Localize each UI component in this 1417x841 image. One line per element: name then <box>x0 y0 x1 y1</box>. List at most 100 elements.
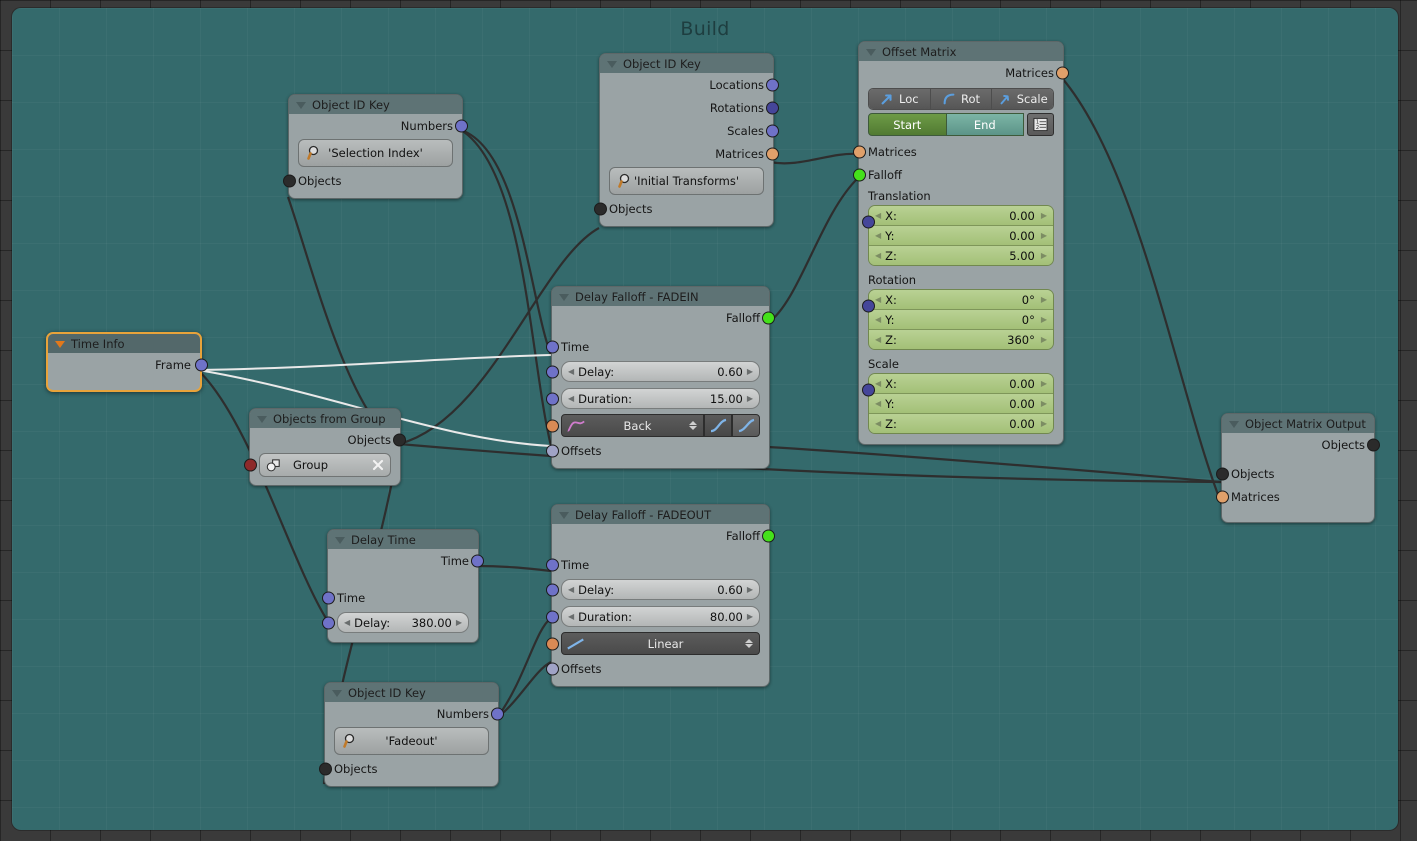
socket-frame-output[interactable] <box>195 358 208 371</box>
id-key-name-field[interactable]: 'Initial Transforms' <box>609 167 764 195</box>
interpolation-dropdown[interactable]: Back <box>561 414 704 437</box>
node-object-id-key-initial[interactable]: Object ID Key Locations Rotations Scales… <box>594 53 779 227</box>
node-header[interactable]: Offset Matrix <box>859 42 1063 61</box>
collapse-triangle-icon[interactable] <box>335 536 345 544</box>
node-header[interactable]: Object ID Key <box>600 54 773 73</box>
rotation-z-field[interactable]: ◀ Z: 360° ▶ <box>869 330 1053 349</box>
rotation-x-field[interactable]: ◀ X: 0° ▶ <box>869 290 1053 310</box>
node-offset-matrix[interactable]: Offset Matrix Matrices Loc Rot Scale Sta… <box>853 41 1069 445</box>
toggle-loc[interactable]: Loc <box>869 89 931 109</box>
socket-objects-input[interactable] <box>283 174 296 187</box>
socket-delay-input[interactable] <box>322 616 335 629</box>
socket-rotations-output[interactable] <box>766 101 779 114</box>
collapse-triangle-icon[interactable] <box>607 60 617 68</box>
socket-numbers-output[interactable] <box>455 119 468 132</box>
scale-y-field[interactable]: ◀ Y: 0.00 ▶ <box>869 394 1053 414</box>
translation-z-field[interactable]: ◀ Z: 5.00 ▶ <box>869 246 1053 265</box>
socket-objects-output[interactable] <box>1367 438 1380 451</box>
socket-matrices-output[interactable] <box>766 147 779 160</box>
node-delay-time[interactable]: Delay Time Time Time ◀ Delay: 380.00 ▶ <box>322 529 484 643</box>
collapse-triangle-icon[interactable] <box>332 689 342 697</box>
translation-x-field[interactable]: ◀ X: 0.00 ▶ <box>869 206 1053 226</box>
collapse-triangle-icon[interactable] <box>866 48 876 56</box>
socket-scale-input[interactable] <box>862 383 875 397</box>
socket-objects-input[interactable] <box>1216 467 1229 480</box>
node-delay-falloff-fadein[interactable]: Delay Falloff - FADEIN Falloff Time ◀ Del… <box>546 286 775 469</box>
socket-falloff-output[interactable] <box>762 311 775 324</box>
dropdown-stepper-icon[interactable] <box>745 639 753 648</box>
socket-offsets-input[interactable] <box>546 662 559 675</box>
group-selector-field[interactable]: Group <box>259 453 391 477</box>
range-mode-toggles[interactable]: Start End 1 2 <box>868 113 1054 136</box>
socket-time-output[interactable] <box>471 554 484 567</box>
id-key-name-field[interactable]: 'Selection Index' <box>298 139 453 167</box>
node-header[interactable]: Delay Falloff - FADEIN <box>552 287 769 306</box>
socket-offsets-input[interactable] <box>546 444 559 457</box>
node-header[interactable]: Time Info <box>48 334 200 353</box>
node-object-id-key-selection[interactable]: Object ID Key Numbers 'Selection Index' … <box>283 94 468 199</box>
socket-falloff-output[interactable] <box>762 529 775 542</box>
node-title: Delay Falloff - FADEOUT <box>575 507 712 522</box>
range-end-button[interactable]: End <box>946 113 1024 136</box>
rotation-y-field[interactable]: ◀ Y: 0° ▶ <box>869 310 1053 330</box>
node-object-id-key-fadeout[interactable]: Object ID Key Numbers 'Fadeout' Objects <box>319 682 504 787</box>
collapse-triangle-icon[interactable] <box>1229 420 1239 428</box>
node-header[interactable]: Object ID Key <box>325 683 498 702</box>
node-header[interactable]: Delay Falloff - FADEOUT <box>552 505 769 524</box>
ease-in-button[interactable] <box>704 414 732 437</box>
id-key-name-field[interactable]: 'Fadeout' <box>334 727 489 755</box>
socket-delay-input[interactable] <box>546 583 559 596</box>
socket-objects-input[interactable] <box>594 202 607 215</box>
socket-time-input[interactable] <box>322 591 335 604</box>
duration-field[interactable]: ◀ Duration: 80.00 ▶ <box>561 606 760 627</box>
node-header[interactable]: Object ID Key <box>289 95 462 114</box>
node-header[interactable]: Objects from Group <box>250 409 400 428</box>
socket-interpolation-input[interactable] <box>546 419 559 432</box>
socket-objects-input[interactable] <box>319 762 332 775</box>
scale-x-field[interactable]: ◀ X: 0.00 ▶ <box>869 374 1053 394</box>
list-icon-button[interactable]: 1 2 <box>1027 113 1054 136</box>
socket-locations-output[interactable] <box>766 78 779 91</box>
transform-channel-toggles[interactable]: Loc Rot Scale <box>868 88 1054 110</box>
collapse-triangle-icon[interactable] <box>257 415 267 423</box>
socket-time-input[interactable] <box>546 558 559 571</box>
translation-y-field[interactable]: ◀ Y: 0.00 ▶ <box>869 226 1053 246</box>
node-header[interactable]: Delay Time <box>328 530 478 549</box>
socket-duration-input[interactable] <box>546 392 559 405</box>
collapse-triangle-icon[interactable] <box>559 511 569 519</box>
collapse-triangle-icon[interactable] <box>559 293 569 301</box>
ease-out-button[interactable] <box>732 414 760 437</box>
scale-z-field[interactable]: ◀ Z: 0.00 ▶ <box>869 414 1053 433</box>
socket-duration-input[interactable] <box>546 610 559 623</box>
delay-field[interactable]: ◀ Delay: 380.00 ▶ <box>337 612 469 633</box>
socket-interpolation-input[interactable] <box>546 637 559 650</box>
socket-delay-input[interactable] <box>546 365 559 378</box>
node-delay-falloff-fadeout[interactable]: Delay Falloff - FADEOUT Falloff Time ◀ De… <box>546 504 775 687</box>
node-objects-from-group[interactable]: Objects from Group Objects Group <box>244 408 406 486</box>
socket-objects-output[interactable] <box>393 433 406 446</box>
socket-group-input[interactable] <box>244 458 257 472</box>
socket-matrices-output[interactable] <box>1056 66 1069 79</box>
socket-scales-output[interactable] <box>766 124 779 137</box>
toggle-rot[interactable]: Rot <box>930 89 993 109</box>
delay-field[interactable]: ◀ Delay: 0.60 ▶ <box>561 361 760 382</box>
socket-numbers-output[interactable] <box>491 707 504 720</box>
delay-field[interactable]: ◀ Delay: 0.60 ▶ <box>561 579 760 600</box>
node-header[interactable]: Object Matrix Output <box>1222 414 1374 433</box>
socket-matrices-input[interactable] <box>853 145 866 158</box>
toggle-scale[interactable]: Scale <box>992 89 1053 109</box>
node-time-info[interactable]: Time Info Frame <box>46 332 208 392</box>
collapse-triangle-icon[interactable] <box>296 101 306 109</box>
socket-translation-input[interactable] <box>862 215 875 229</box>
socket-falloff-input[interactable] <box>853 168 866 181</box>
clear-x-icon[interactable] <box>372 459 384 471</box>
socket-rotation-input[interactable] <box>862 299 875 313</box>
socket-matrices-input[interactable] <box>1216 490 1229 503</box>
dropdown-stepper-icon[interactable] <box>689 421 697 430</box>
socket-time-input[interactable] <box>546 340 559 353</box>
duration-field[interactable]: ◀ Duration: 15.00 ▶ <box>561 388 760 409</box>
range-start-button[interactable]: Start <box>868 113 947 136</box>
node-object-matrix-output[interactable]: Object Matrix Output Objects Objects Mat… <box>1216 413 1380 523</box>
collapse-triangle-icon[interactable] <box>55 340 65 348</box>
interpolation-dropdown[interactable]: Linear <box>561 632 760 655</box>
